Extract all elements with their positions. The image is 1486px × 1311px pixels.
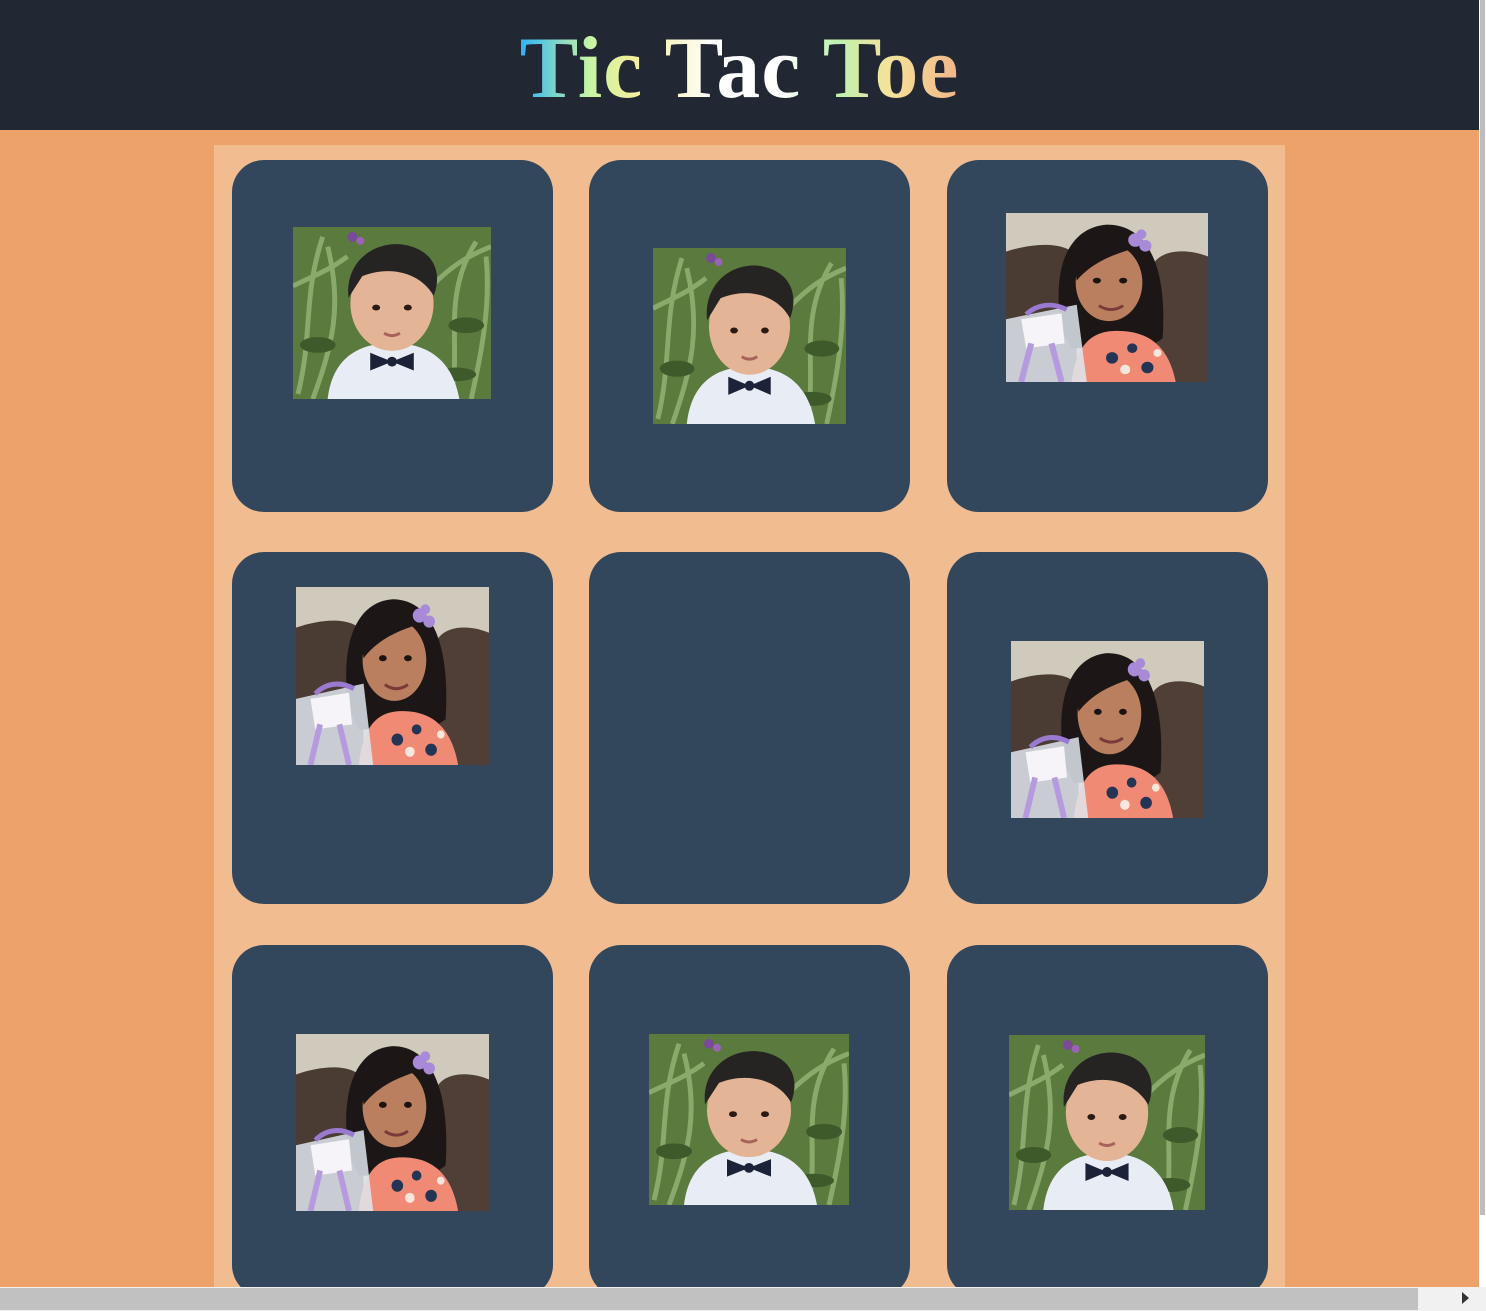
- board-cell-4[interactable]: [232, 552, 553, 904]
- board-cell-1[interactable]: [232, 160, 553, 512]
- boy-photo: [293, 227, 491, 399]
- board-cell-2[interactable]: [589, 160, 910, 512]
- boy-photo: [653, 248, 846, 424]
- boy-photo: [649, 1034, 849, 1205]
- horizontal-scrollbar-thumb[interactable]: [0, 1288, 1418, 1310]
- girl-photo: [1006, 213, 1208, 382]
- board-cell-8[interactable]: [589, 945, 910, 1297]
- boy-photo: [1009, 1035, 1205, 1210]
- girl-photo: [296, 1034, 489, 1211]
- board-cell-3[interactable]: [947, 160, 1268, 512]
- board-cell-9[interactable]: [947, 945, 1268, 1297]
- board-cell-7[interactable]: [232, 945, 553, 1297]
- board-cell-5[interactable]: [589, 552, 910, 904]
- game-board: [214, 145, 1285, 1311]
- girl-photo: [296, 587, 489, 765]
- page-header: Tic Tac Toe: [0, 0, 1479, 130]
- girl-photo: [1011, 641, 1204, 818]
- scroll-right-arrow-icon[interactable]: [1462, 1292, 1469, 1304]
- page-title: Tic Tac Toe: [519, 19, 960, 117]
- vertical-scrollbar-thumb[interactable]: [1480, 0, 1485, 1215]
- board-cell-6[interactable]: [947, 552, 1268, 904]
